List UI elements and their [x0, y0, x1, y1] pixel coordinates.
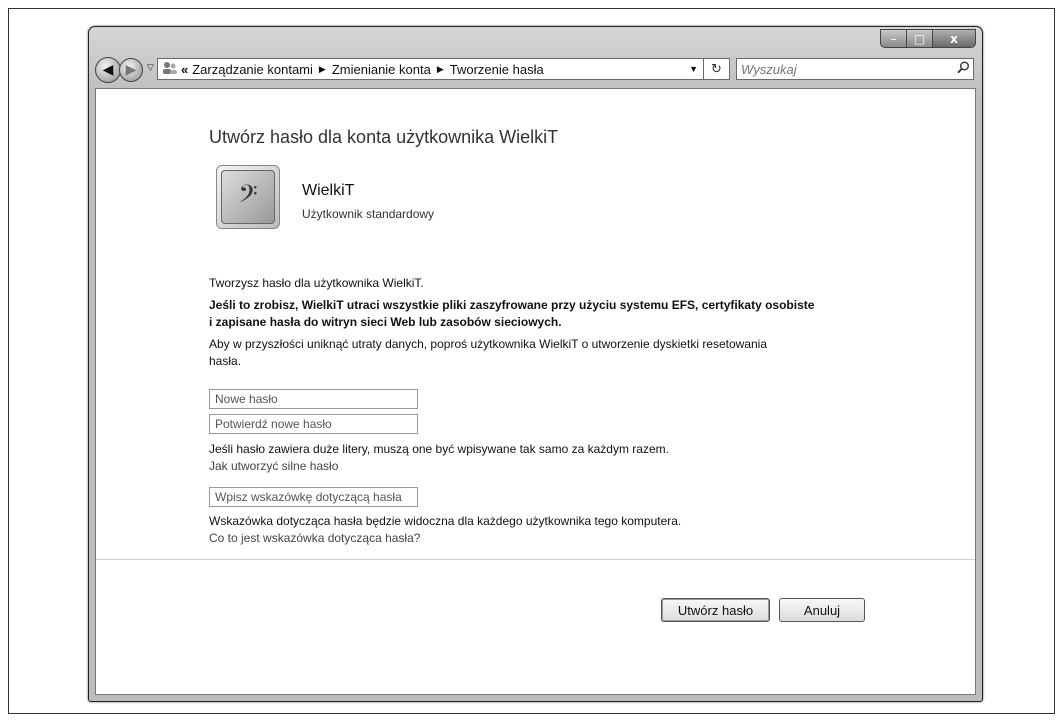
search-box[interactable] — [736, 58, 974, 80]
new-password-input[interactable] — [210, 390, 417, 408]
intro-text: Tworzysz hasło dla użytkownika WielkiT. — [209, 276, 424, 290]
password-hint-field[interactable] — [209, 487, 418, 507]
breadcrumb-item[interactable]: Zmienianie konta — [332, 62, 431, 77]
user-type: Użytkownik standardowy — [302, 207, 435, 221]
user-accounts-icon — [161, 61, 179, 78]
back-arrow-icon: ◀ — [102, 62, 114, 78]
search-input[interactable] — [737, 60, 953, 78]
warning-text-line1: Jeśli to zrobisz, WielkiT utraci wszystk… — [209, 298, 815, 312]
recent-pages-dropdown[interactable]: ▽ — [147, 63, 154, 73]
search-icon[interactable] — [953, 61, 973, 78]
window-controls: – □ x — [880, 29, 976, 48]
confirm-password-field[interactable] — [209, 414, 418, 434]
breadcrumb-overflow-chevron[interactable]: « — [181, 62, 188, 77]
password-hint-input[interactable] — [210, 488, 417, 506]
close-button[interactable]: x — [932, 29, 976, 48]
divider — [96, 559, 975, 560]
create-password-button[interactable]: Utwórz hasło — [661, 598, 770, 622]
warning-text-line2: i zapisane hasła do witryn sieci Web lub… — [209, 315, 562, 329]
navigation-bar: ◀ ▶ ▽ « Zarządzanie kontami ▶ Zmienianie… — [89, 55, 982, 85]
password-hint-link[interactable]: Co to jest wskazówka dotycząca hasła? — [209, 531, 420, 545]
user-name: WielkiT — [302, 182, 355, 199]
breadcrumb-item[interactable]: Zarządzanie kontami — [192, 62, 313, 77]
caps-note: Jeśli hasło zawiera duże litery, muszą o… — [209, 442, 669, 456]
maximize-button[interactable]: □ — [906, 29, 932, 48]
refresh-button[interactable]: ↻ — [704, 58, 730, 80]
breadcrumb-separator-icon[interactable]: ▶ — [437, 64, 444, 75]
hint-note: Wskazówka dotycząca hasła będzie widoczn… — [209, 514, 682, 528]
minimize-button[interactable]: – — [880, 29, 906, 48]
strong-password-link[interactable]: Jak utworzyć silne hasło — [209, 459, 338, 473]
forward-button[interactable]: ▶ — [119, 58, 143, 82]
refresh-icon: ↻ — [711, 61, 722, 77]
forward-arrow-icon: ▶ — [125, 62, 137, 78]
page-title: Utwórz hasło dla konta użytkownika Wielk… — [209, 127, 559, 147]
address-bar[interactable]: « Zarządzanie kontami ▶ Zmienianie konta… — [157, 58, 704, 80]
back-button[interactable]: ◀ — [95, 57, 121, 83]
advice-text-line1: Aby w przyszłości uniknąć utraty danych,… — [209, 337, 768, 351]
breadcrumb-separator-icon[interactable]: ▶ — [319, 64, 326, 75]
explorer-window: – □ x ◀ ▶ ▽ « Zarządzanie kontami ▶ Zmie… — [88, 26, 983, 702]
confirm-password-input[interactable] — [210, 415, 417, 433]
bass-clef-icon: 𝄢 — [221, 170, 275, 224]
avatar: 𝄢 — [216, 165, 280, 229]
breadcrumb-item[interactable]: Tworzenie hasła — [450, 62, 544, 77]
content-pane: Utwórz hasło dla konta użytkownika Wielk… — [95, 88, 976, 695]
advice-text-line2: hasła. — [209, 354, 242, 368]
new-password-field[interactable] — [209, 389, 418, 409]
address-dropdown-icon[interactable]: ▼ — [684, 64, 703, 74]
cancel-button[interactable]: Anuluj — [779, 598, 865, 622]
